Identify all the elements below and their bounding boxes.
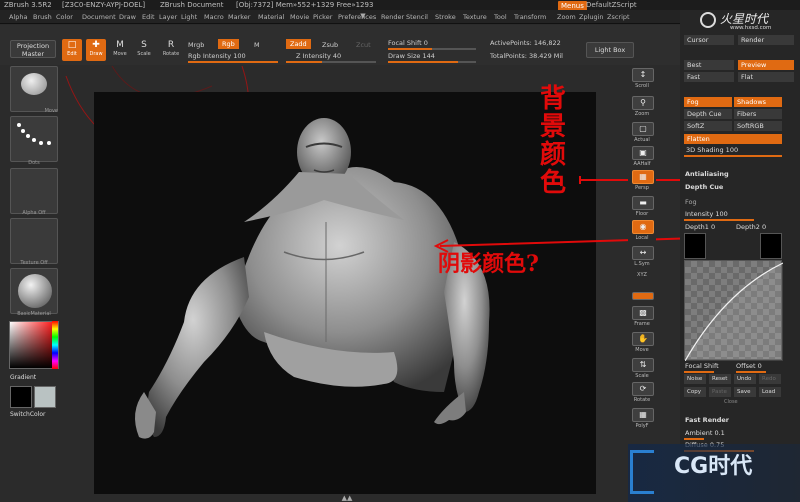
fog-button[interactable]: Fog bbox=[684, 97, 732, 107]
fog-curve-editor[interactable] bbox=[684, 260, 784, 362]
softrgb-button[interactable]: SoftRGB bbox=[734, 121, 782, 131]
save-button[interactable]: Save bbox=[734, 387, 756, 397]
undo-button[interactable]: Undo bbox=[734, 374, 756, 384]
axis-toggle-icon[interactable] bbox=[632, 292, 654, 300]
move-label: Move bbox=[635, 347, 649, 353]
actual-icon[interactable]: ▢ bbox=[632, 122, 654, 136]
depth1-color-swatch[interactable] bbox=[684, 233, 706, 259]
fog-section-header[interactable]: Fog bbox=[685, 198, 697, 206]
close-curve-button[interactable]: Close bbox=[724, 399, 738, 405]
local-label: Local bbox=[635, 235, 649, 241]
xyz-symmetry-button[interactable]: XYZ bbox=[628, 272, 656, 278]
bottom-tray-toggle-icon[interactable]: ▲▲ bbox=[332, 494, 362, 502]
rotate-label: Rotate bbox=[633, 397, 651, 403]
aahalf-label: AAHalf bbox=[633, 161, 651, 167]
cursor-button[interactable]: Cursor bbox=[684, 35, 734, 45]
scale-icon[interactable]: ⇅ bbox=[632, 358, 654, 372]
depth2-color-swatch[interactable] bbox=[760, 233, 782, 259]
render-palette: Cursor Render Best Preview Fast Flat Fog… bbox=[680, 10, 800, 502]
scroll-label: Scroll bbox=[635, 83, 649, 89]
load-button[interactable]: Load bbox=[759, 387, 781, 397]
reset-button[interactable]: Reset bbox=[709, 374, 731, 384]
fog-offset-fill bbox=[736, 371, 766, 373]
fog-curve-graph bbox=[684, 262, 784, 362]
render-button[interactable]: Render bbox=[738, 35, 794, 45]
depth2-slider[interactable]: Depth2 0 bbox=[736, 223, 766, 231]
fast-button[interactable]: Fast bbox=[684, 72, 734, 82]
3d-shading-slider[interactable]: 3D Shading 100 bbox=[686, 146, 738, 154]
noise-button[interactable]: Noise bbox=[684, 374, 706, 384]
frame-icon[interactable]: ▩ bbox=[632, 306, 654, 320]
actual-label: Actual bbox=[634, 137, 650, 143]
polyf-label: PolyF bbox=[635, 423, 649, 429]
fog-focal-shift-fill bbox=[684, 371, 714, 373]
move-icon[interactable]: ✋ bbox=[632, 332, 654, 346]
fast-render-section[interactable]: Fast Render bbox=[685, 416, 729, 424]
depth-cue-button[interactable]: Depth Cue bbox=[684, 109, 732, 119]
best-button[interactable]: Best bbox=[684, 60, 734, 70]
depth-cue-section[interactable]: Depth Cue bbox=[685, 183, 723, 191]
antialiasing-section[interactable]: Antialiasing bbox=[685, 170, 729, 178]
3d-shading-fill bbox=[684, 155, 782, 157]
cg-logo-icon bbox=[630, 450, 654, 494]
scroll-icon[interactable]: ↕ bbox=[632, 68, 654, 82]
fog-focal-shift-slider[interactable]: Focal Shift bbox=[685, 362, 719, 370]
ambient-fill bbox=[684, 438, 704, 440]
watermark-top: 火星时代 www.hxsd.com bbox=[700, 10, 796, 34]
frame-label: Frame bbox=[634, 321, 650, 327]
watermark-bottom: CG时代 bbox=[628, 444, 800, 502]
lsym-icon[interactable]: ↔ bbox=[632, 246, 654, 260]
zoom-label: Zoom bbox=[634, 111, 650, 117]
lsym-label: L.Sym bbox=[634, 261, 650, 267]
redo-button[interactable]: Redo bbox=[759, 374, 781, 384]
zoom-icon[interactable]: ⚲ bbox=[632, 96, 654, 110]
persp-label: Persp bbox=[635, 185, 649, 191]
preview-button[interactable]: Preview bbox=[738, 60, 794, 70]
right-shelf: ↕ Scroll ⚲ Zoom ▢ Actual ▣ AAHalf ▦ Persp ▬ Floor ◉ L… bbox=[628, 66, 656, 502]
local-icon[interactable]: ◉ bbox=[632, 220, 654, 234]
watermark-logo-icon bbox=[700, 12, 716, 28]
polyf-icon[interactable]: ▦ bbox=[632, 408, 654, 422]
fog-intensity-slider[interactable]: Intensity 100 bbox=[685, 210, 728, 218]
fog-intensity-fill bbox=[684, 219, 754, 221]
fibers-button[interactable]: Fibers bbox=[734, 109, 782, 119]
copy-button[interactable]: Copy bbox=[684, 387, 706, 397]
flatten-button[interactable]: Flatten bbox=[684, 134, 782, 144]
flat-button[interactable]: Flat bbox=[738, 72, 794, 82]
top-tray-toggle-icon[interactable]: ▼ bbox=[356, 12, 370, 22]
floor-icon[interactable]: ▬ bbox=[632, 196, 654, 210]
paste-button[interactable]: Paste bbox=[709, 387, 731, 397]
fog-offset-slider[interactable]: Offset 0 bbox=[736, 362, 762, 370]
aahalf-icon[interactable]: ▣ bbox=[632, 146, 654, 160]
shadows-button[interactable]: Shadows bbox=[734, 97, 782, 107]
scale-label: Scale bbox=[635, 373, 649, 379]
ambient-slider[interactable]: Ambient 0.1 bbox=[685, 429, 725, 437]
softz-button[interactable]: SoftZ bbox=[684, 121, 732, 131]
rotate-icon[interactable]: ⟳ bbox=[632, 382, 654, 396]
depth1-slider[interactable]: Depth1 0 bbox=[685, 223, 715, 231]
floor-label: Floor bbox=[635, 211, 649, 217]
persp-icon[interactable]: ▦ bbox=[632, 170, 654, 184]
